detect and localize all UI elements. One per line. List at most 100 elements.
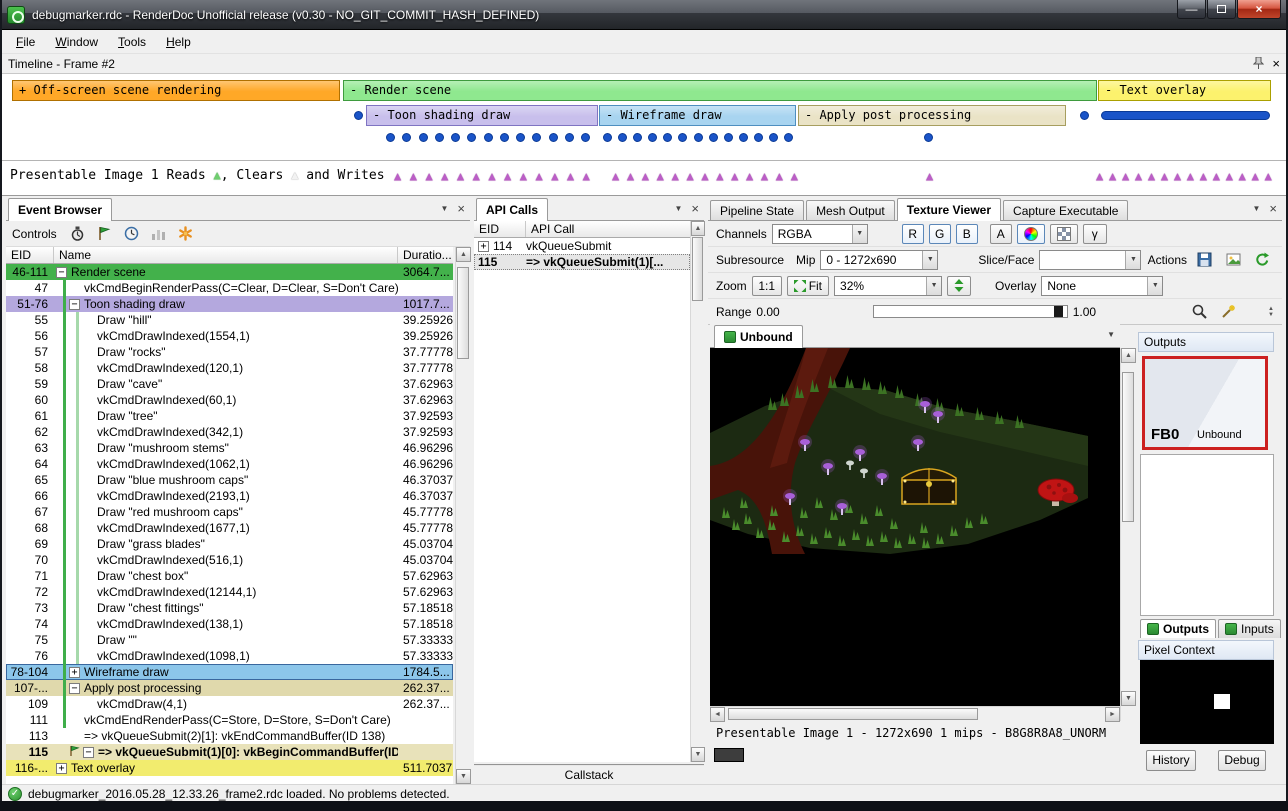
- write-triangle-icon[interactable]: ▲: [1252, 170, 1259, 182]
- event-row[interactable]: 68vkCmdDrawIndexed(1677,1)45.77778: [6, 520, 453, 536]
- draw-marker-dot[interactable]: [467, 133, 476, 142]
- draw-marker-dot[interactable]: [648, 133, 657, 142]
- event-row[interactable]: 63Draw "mushroom stems"46.96296: [6, 440, 453, 456]
- event-row[interactable]: 113=> vkQueueSubmit(2)[1]: vkEndCommandB…: [6, 728, 453, 744]
- event-row[interactable]: 74vkCmdDrawIndexed(138,1)57.18518: [6, 616, 453, 632]
- event-row[interactable]: 60vkCmdDrawIndexed(60,1)37.62963: [6, 392, 453, 408]
- panel-menu-icon[interactable]: ▼: [440, 204, 448, 213]
- draw-marker-dot[interactable]: [451, 133, 460, 142]
- column-name[interactable]: Name: [54, 247, 398, 263]
- event-row[interactable]: 64vkCmdDrawIndexed(1062,1)46.96296: [6, 456, 453, 472]
- event-row[interactable]: 69Draw "grass blades"45.03704: [6, 536, 453, 552]
- alpha-channel-button[interactable]: A: [990, 224, 1012, 244]
- panel-close-icon[interactable]: ×: [691, 202, 699, 215]
- scrollbar-thumb[interactable]: [1122, 372, 1134, 522]
- write-triangle-icon[interactable]: ▲: [791, 170, 798, 182]
- write-triangle-icon[interactable]: ▲: [672, 170, 679, 182]
- timeline-marker-bar[interactable]: - Render scene: [343, 80, 1097, 101]
- event-row[interactable]: 57Draw "rocks"37.77778: [6, 344, 453, 360]
- write-triangle-icon[interactable]: ▲: [567, 170, 574, 182]
- statistics-button[interactable]: [147, 223, 171, 245]
- write-triangle-icon[interactable]: ▲: [1239, 170, 1246, 182]
- timeline-marker-bar[interactable]: - Text overlay: [1098, 80, 1271, 101]
- clock-button[interactable]: [120, 223, 144, 245]
- draw-marker-dot[interactable]: [924, 133, 933, 142]
- event-row[interactable]: 75Draw ""57.33333: [6, 632, 453, 648]
- write-triangle-icon[interactable]: ▲: [776, 170, 783, 182]
- draw-marker-dot[interactable]: [565, 133, 574, 142]
- draw-marker-dot[interactable]: [709, 133, 718, 142]
- api-calls-scrollbar[interactable]: ▲ ▼: [690, 221, 704, 762]
- menu-file[interactable]: File: [6, 32, 45, 52]
- autofit-range-button[interactable]: [1216, 301, 1240, 323]
- texture-vscrollbar[interactable]: ▲ ▼: [1120, 348, 1135, 721]
- red-channel-button[interactable]: R: [902, 224, 924, 244]
- maximize-button[interactable]: [1207, 0, 1236, 19]
- panel-menu-icon[interactable]: ▼: [1252, 204, 1260, 213]
- write-triangle-icon[interactable]: ▲: [410, 170, 417, 182]
- tree-toggle-icon[interactable]: −: [69, 299, 80, 310]
- write-triangle-icon[interactable]: ▲: [1226, 170, 1233, 182]
- write-triangle-icon[interactable]: ▲: [1096, 170, 1103, 182]
- event-row[interactable]: 47vkCmdBeginRenderPass(C=Clear, D=Clear,…: [6, 280, 453, 296]
- tree-toggle-icon[interactable]: −: [56, 267, 67, 278]
- refresh-button[interactable]: [1250, 249, 1274, 271]
- draw-marker-dot[interactable]: [435, 133, 444, 142]
- event-row[interactable]: 56vkCmdDrawIndexed(1554,1)39.25926: [6, 328, 453, 344]
- channels-select[interactable]: RGBA▼: [772, 224, 868, 244]
- write-triangle-icon[interactable]: ▲: [761, 170, 768, 182]
- draw-marker-dot[interactable]: [516, 133, 525, 142]
- panel-menu-icon[interactable]: ▼: [674, 204, 682, 213]
- event-row[interactable]: 67Draw "red mushroom caps"45.77778: [6, 504, 453, 520]
- draw-marker-dot[interactable]: [402, 133, 411, 142]
- flip-y-button[interactable]: [947, 276, 971, 296]
- write-triangle-icon[interactable]: ▲: [701, 170, 708, 182]
- toolbar-overflow-icon[interactable]: ▲▼: [1268, 306, 1274, 318]
- options-button[interactable]: [174, 223, 198, 245]
- draw-marker-dot[interactable]: [419, 133, 428, 142]
- color-wheel-button[interactable]: [1017, 224, 1045, 244]
- callstack-section[interactable]: Callstack: [474, 764, 704, 784]
- draw-marker-dot[interactable]: [581, 133, 590, 142]
- scroll-down-icon[interactable]: ▼: [1121, 691, 1136, 706]
- draw-marker-dot[interactable]: [484, 133, 493, 142]
- event-browser-scrollbar[interactable]: ▲ ▼: [455, 247, 470, 784]
- save-texture-button[interactable]: [1192, 249, 1216, 271]
- draw-marker-dot[interactable]: [532, 133, 541, 142]
- draw-marker-dot[interactable]: [739, 133, 748, 142]
- scroll-up-icon[interactable]: ▲: [691, 221, 705, 236]
- reads-triangle-icon[interactable]: ▲: [214, 169, 221, 181]
- draw-marker-dot[interactable]: [769, 133, 778, 142]
- scrollbar-thumb[interactable]: [457, 267, 469, 359]
- write-triangle-icon[interactable]: ▲: [642, 170, 649, 182]
- event-row[interactable]: 62vkCmdDrawIndexed(342,1)37.92593: [6, 424, 453, 440]
- write-triangle-icon[interactable]: ▲: [488, 170, 495, 182]
- event-row[interactable]: 73Draw "chest fittings"57.18518: [6, 600, 453, 616]
- draw-marker-dot[interactable]: [618, 133, 627, 142]
- tree-toggle-icon[interactable]: −: [69, 683, 80, 694]
- write-triangle-icon[interactable]: ▲: [1265, 170, 1272, 182]
- write-triangle-icon[interactable]: ▲: [1148, 170, 1155, 182]
- write-triangle-icon[interactable]: ▲: [535, 170, 542, 182]
- api-call-row[interactable]: +114vkQueueSubmit: [474, 238, 690, 254]
- event-row[interactable]: 111vkCmdEndRenderPass(C=Store, D=Store, …: [6, 712, 453, 728]
- tree-toggle-icon[interactable]: −: [83, 747, 94, 758]
- tab-capture-executable[interactable]: Capture Executable: [1003, 200, 1128, 220]
- event-row[interactable]: 46-111−Render scene3064.7...: [6, 264, 453, 280]
- menu-help[interactable]: Help: [156, 32, 201, 52]
- tab-mesh-output[interactable]: Mesh Output: [806, 200, 895, 220]
- write-triangle-icon[interactable]: ▲: [627, 170, 634, 182]
- draw-marker-dot[interactable]: [633, 133, 642, 142]
- texture-list-dropdown-icon[interactable]: ▼: [1107, 330, 1115, 339]
- write-triangle-icon[interactable]: ▲: [520, 170, 527, 182]
- column-eid[interactable]: EID: [6, 247, 54, 263]
- event-row[interactable]: 78-104+Wireframe draw1784.5...: [6, 664, 453, 680]
- scroll-up-icon[interactable]: ▲: [456, 247, 471, 262]
- event-row[interactable]: 58vkCmdDrawIndexed(120,1)37.77778: [6, 360, 453, 376]
- write-triangle-icon[interactable]: ▲: [583, 170, 590, 182]
- write-triangle-icon[interactable]: ▲: [746, 170, 753, 182]
- write-triangle-icon[interactable]: ▲: [473, 170, 480, 182]
- write-triangle-icon[interactable]: ▲: [716, 170, 723, 182]
- tab-outputs[interactable]: Outputs: [1140, 619, 1216, 638]
- gamma-button[interactable]: γ: [1083, 224, 1107, 244]
